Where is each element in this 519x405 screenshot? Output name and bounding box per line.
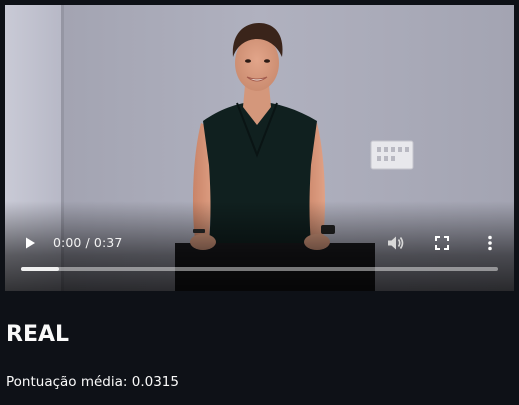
- fullscreen-button[interactable]: [429, 230, 455, 256]
- progress-buffered: [21, 267, 60, 271]
- video-controls: 0:00 / 0:37: [5, 230, 514, 256]
- play-button[interactable]: [17, 230, 43, 256]
- more-vertical-icon: [488, 235, 492, 251]
- time-display: 0:00 / 0:37: [53, 235, 123, 250]
- video-player[interactable]: 0:00 / 0:37: [5, 5, 514, 291]
- play-icon: [26, 237, 35, 249]
- volume-icon: [388, 236, 404, 250]
- video-progress-bar[interactable]: [21, 267, 498, 271]
- average-score-text: Pontuação média: 0.0315: [6, 374, 179, 390]
- volume-button[interactable]: [383, 230, 409, 256]
- more-options-button[interactable]: [477, 230, 503, 256]
- app-page: 0:00 / 0:37 REAL Pontuação média: 0.0315: [0, 0, 519, 405]
- result-label: REAL: [6, 322, 70, 347]
- fullscreen-icon: [435, 236, 449, 250]
